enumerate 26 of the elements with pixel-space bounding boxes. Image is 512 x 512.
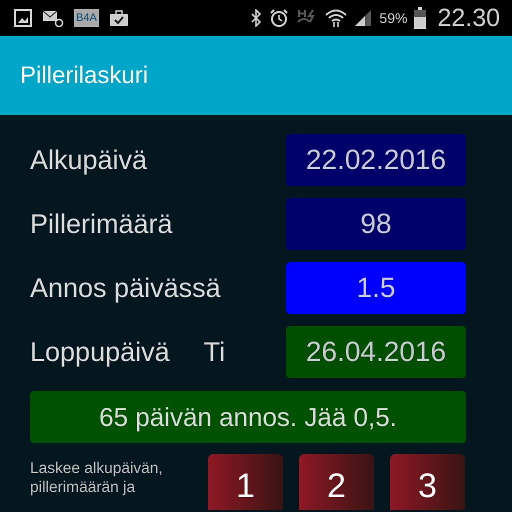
number-button[interactable]: 2 xyxy=(299,454,374,510)
battery-percent: 59% xyxy=(379,10,408,26)
alarm-icon xyxy=(269,8,290,28)
field-label: Alkupäivä xyxy=(30,144,148,176)
mail-icon xyxy=(42,9,64,27)
battery-icon xyxy=(414,7,426,29)
field-label: Loppupäivä xyxy=(30,336,170,368)
field-label: Annos päivässä xyxy=(30,272,221,304)
number-button[interactable]: 3 xyxy=(390,454,465,510)
value-field[interactable]: 22.02.2016 xyxy=(286,134,466,186)
description-text: Laskee alkupäivän, pillerimäärän ja xyxy=(30,459,164,498)
value-field[interactable]: 26.04.2016 xyxy=(286,326,466,378)
briefcase-icon xyxy=(108,9,129,27)
image-icon xyxy=(14,9,32,27)
field-label: Pillerimäärä xyxy=(30,208,173,240)
app-badge: B4A xyxy=(74,9,99,27)
app-title: Pillerilaskuri xyxy=(20,62,148,90)
wifi-icon xyxy=(325,8,348,28)
bluetooth-icon xyxy=(250,9,262,27)
result-banner: 65 päivän annos. Jää 0,5. xyxy=(30,391,466,443)
weekday-label: Ti xyxy=(204,336,226,368)
number-button[interactable]: 1 xyxy=(208,454,283,510)
clock-time: 22.30 xyxy=(437,4,500,32)
signal-icon xyxy=(354,9,372,27)
value-field[interactable]: 1.5 xyxy=(286,262,466,314)
value-field[interactable]: 98 xyxy=(286,198,466,250)
